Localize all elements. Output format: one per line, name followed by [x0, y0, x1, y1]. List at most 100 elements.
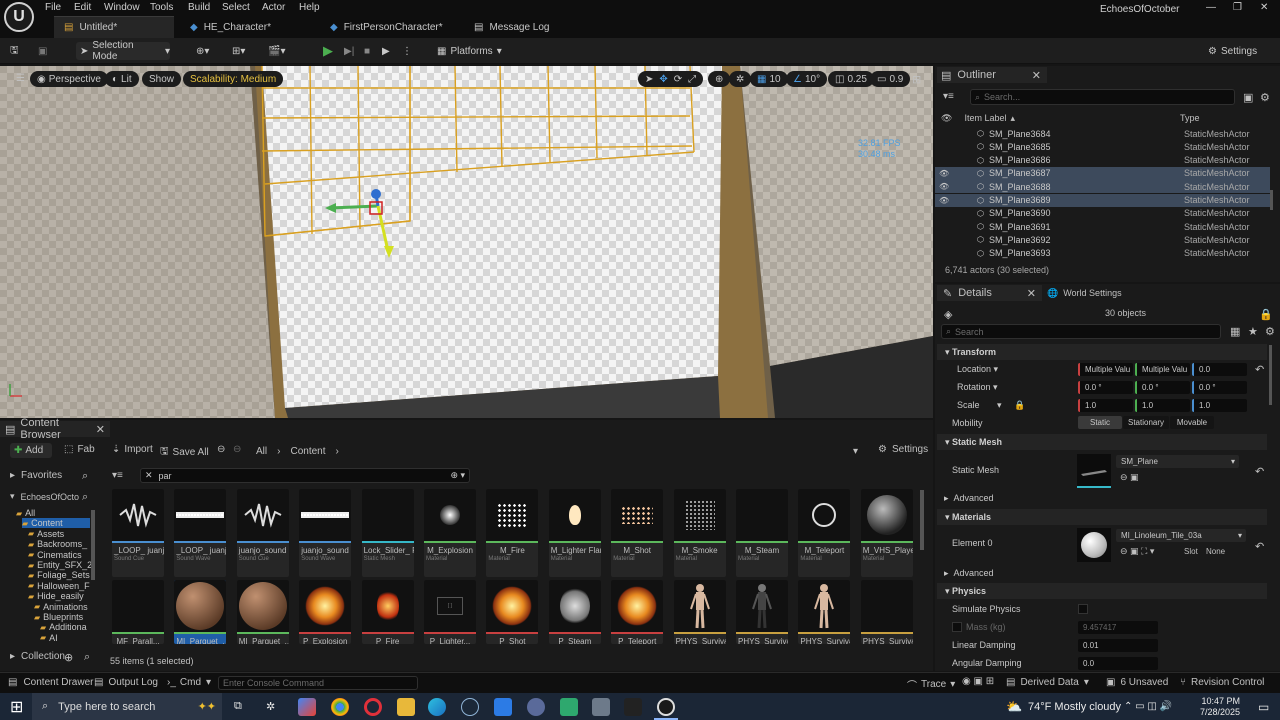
- weather-icon[interactable]: ⛅: [1006, 693, 1022, 720]
- scale-y-field[interactable]: 1.0: [1135, 399, 1190, 412]
- tab-untitled[interactable]: ▤ Untitled*: [54, 16, 174, 38]
- add-folder-icon[interactable]: ▣: [1243, 91, 1253, 104]
- asset-tile[interactable]: Lock_Slider_ Par_SMStatic Mesh: [361, 489, 414, 577]
- app-icon-3[interactable]: [560, 698, 578, 716]
- outliner-row[interactable]: ⬡ SM_Plane3686 StaticMeshActor: [935, 154, 1270, 167]
- scale-x-field[interactable]: 1.0: [1078, 399, 1133, 412]
- outliner-row[interactable]: ⬡ SM_Plane3693 StaticMeshActor: [935, 247, 1270, 260]
- outliner-row[interactable]: 👁 ⬡ SM_Plane3689 StaticMeshActor: [935, 193, 1270, 207]
- translate-tool-icon[interactable]: ✥: [659, 74, 667, 85]
- menu-help[interactable]: Help: [299, 2, 320, 13]
- outliner-row[interactable]: ⬡ SM_Plane3690 StaticMeshActor: [935, 207, 1270, 220]
- col-item-label[interactable]: Item Label: [964, 113, 1006, 123]
- location-z-field[interactable]: 0.0: [1192, 363, 1247, 376]
- close-window-icon[interactable]: ✕: [1260, 2, 1268, 13]
- menu-tools[interactable]: Tools: [150, 2, 173, 13]
- settings-icon[interactable]: ⚙: [1260, 91, 1270, 104]
- select-tool-icon[interactable]: ➤: [645, 74, 653, 85]
- project-header[interactable]: ▾ EchoesOfOcto: [10, 491, 79, 502]
- grid-snap-button[interactable]: ▦ 10: [750, 71, 788, 87]
- asset-tile[interactable]: _LOOP_ juanjo_sou...Sound Wave: [174, 489, 227, 577]
- close-icon[interactable]: ✕: [1032, 69, 1041, 82]
- asset-tile[interactable]: MF_Parall...: [112, 580, 164, 644]
- asset-tile[interactable]: [ ] P_Lighter...: [424, 580, 476, 644]
- visibility-icon[interactable]: 👁: [939, 182, 955, 191]
- details-search-input[interactable]: ⌕ Search: [941, 324, 1221, 339]
- linear-damping-field[interactable]: 0.01: [1078, 639, 1158, 652]
- asset-tile[interactable]: M_Smoke Material: [673, 489, 726, 577]
- system-tray-icons[interactable]: ⌃ ▭ ◫ 🔊: [1124, 693, 1172, 720]
- asset-tile[interactable]: P_Steam: [548, 580, 601, 644]
- add-filter-icon[interactable]: ⊕ ▾: [450, 470, 465, 481]
- physics-section[interactable]: ▾ Physics: [937, 583, 1267, 599]
- menu-build[interactable]: Build: [188, 2, 210, 13]
- asset-tile[interactable]: PHYS_Survival...: [860, 580, 913, 644]
- steam-icon[interactable]: [461, 698, 479, 716]
- app-icon-4[interactable]: [592, 698, 610, 716]
- asset-tile[interactable]: juanjo_sound paradise...Sound Wave: [299, 489, 352, 577]
- play-step-icon[interactable]: ▶|: [344, 42, 354, 60]
- asset-tile[interactable]: MI_Parquet_...: [236, 580, 289, 644]
- material-tools-icon[interactable]: ⊖ ▣ ⛶ ▾: [1120, 546, 1154, 557]
- viewport-menu-icon[interactable]: ☰: [16, 73, 25, 84]
- browse-icon[interactable]: ⊖ ▣: [1120, 472, 1139, 483]
- location-label[interactable]: Location ▾: [957, 364, 998, 375]
- asset-tile[interactable]: PHYS_Survival...: [673, 580, 726, 644]
- tree-blueprints[interactable]: ▰ Blueprints: [34, 612, 83, 622]
- viewport-layout-icon[interactable]: ⊞: [912, 73, 921, 86]
- cinematics-icon[interactable]: 🎬▾: [268, 42, 285, 60]
- tree-ai[interactable]: ▰ AI: [40, 633, 58, 643]
- reset-icon[interactable]: ↶: [1255, 363, 1264, 376]
- breadcrumb-content[interactable]: Content: [290, 446, 325, 457]
- outliner-row[interactable]: 👁 ⬡ SM_Plane3688 StaticMeshActor: [935, 180, 1270, 194]
- simulate-physics-checkbox[interactable]: [1078, 604, 1088, 614]
- rotation-x-field[interactable]: 0.0 °: [1078, 381, 1133, 394]
- content-browser-tab[interactable]: ▤ Content Browser ✕: [0, 417, 110, 441]
- notification-icon[interactable]: ▭: [1258, 693, 1269, 720]
- scale-z-field[interactable]: 1.0: [1192, 399, 1247, 412]
- outliner-row[interactable]: ⬡ SM_Plane3692 StaticMeshActor: [935, 233, 1270, 246]
- outliner-row[interactable]: 👁 ⬡ SM_Plane3687 StaticMeshActor: [935, 166, 1270, 180]
- rotation-snap-button[interactable]: ∠ 10°: [786, 71, 828, 87]
- asset-search-input[interactable]: ✕ par ⊕ ▾: [140, 468, 470, 483]
- derived-data-button[interactable]: ▤ Derived Data ▾: [1006, 677, 1089, 688]
- cmd-dropdown[interactable]: ›_ Cmd ▾: [167, 677, 211, 688]
- location-y-field[interactable]: Multiple Valu: [1135, 363, 1190, 376]
- unsaved-button[interactable]: ▣ 6 Unsaved: [1106, 677, 1168, 688]
- path-dropdown-icon[interactable]: ▾: [853, 446, 858, 457]
- clear-search-icon[interactable]: ✕: [145, 470, 153, 481]
- edge-icon[interactable]: [428, 698, 446, 716]
- save-all-button[interactable]: 🖫 Save All: [160, 444, 209, 461]
- asset-tile[interactable]: PHYS_Survival...: [798, 580, 851, 644]
- clock[interactable]: 10:47 PM 7/28/2025: [1200, 696, 1240, 718]
- play-icon[interactable]: ▶: [323, 42, 333, 60]
- settings-icon[interactable]: ⚙: [1265, 325, 1275, 338]
- asset-tile[interactable]: M_Shot Material: [611, 489, 664, 577]
- asset-tile[interactable]: MI_Parquet_...: [174, 580, 227, 644]
- asset-tile[interactable]: P_Shot: [486, 580, 539, 644]
- tree-scrollbar[interactable]: [91, 510, 95, 580]
- source-control-icon[interactable]: ▣: [38, 42, 47, 60]
- blueprints-icon[interactable]: ⊞▾: [232, 42, 245, 60]
- file-explorer-icon[interactable]: [397, 698, 415, 716]
- static-mesh-section[interactable]: ▾ Static Mesh: [937, 434, 1267, 450]
- asset-tile[interactable]: M_Steam Material: [736, 489, 788, 577]
- location-x-field[interactable]: Multiple Valu: [1078, 363, 1133, 376]
- scale-label[interactable]: Scale ▾: [957, 400, 1002, 411]
- search-icon[interactable]: ⌕: [82, 491, 88, 504]
- add-button[interactable]: ✚ Add: [10, 443, 52, 458]
- tree-cinematics[interactable]: ▰ Cinematics: [28, 550, 82, 560]
- save-icon[interactable]: 🖫: [10, 42, 19, 60]
- output-log-button[interactable]: ▤ Output Log: [94, 677, 158, 688]
- history-back-icon[interactable]: ⊖: [217, 444, 225, 455]
- slot-value[interactable]: None: [1206, 547, 1225, 556]
- eject-icon[interactable]: ▶: [382, 42, 390, 60]
- level-viewport[interactable]: [0, 66, 933, 418]
- import-button[interactable]: ⇣ Import: [112, 444, 153, 455]
- advanced-toggle-2[interactable]: ▸ Advanced: [944, 568, 994, 579]
- add-filter-icon[interactable]: ▾≡: [943, 91, 954, 102]
- advanced-toggle[interactable]: ▸ Advanced: [944, 493, 994, 504]
- asset-tile[interactable]: P_Teleport: [611, 580, 664, 644]
- search-icon[interactable]: ⌕: [82, 470, 88, 483]
- tab-he-character[interactable]: ◆ HE_Character*: [190, 16, 320, 38]
